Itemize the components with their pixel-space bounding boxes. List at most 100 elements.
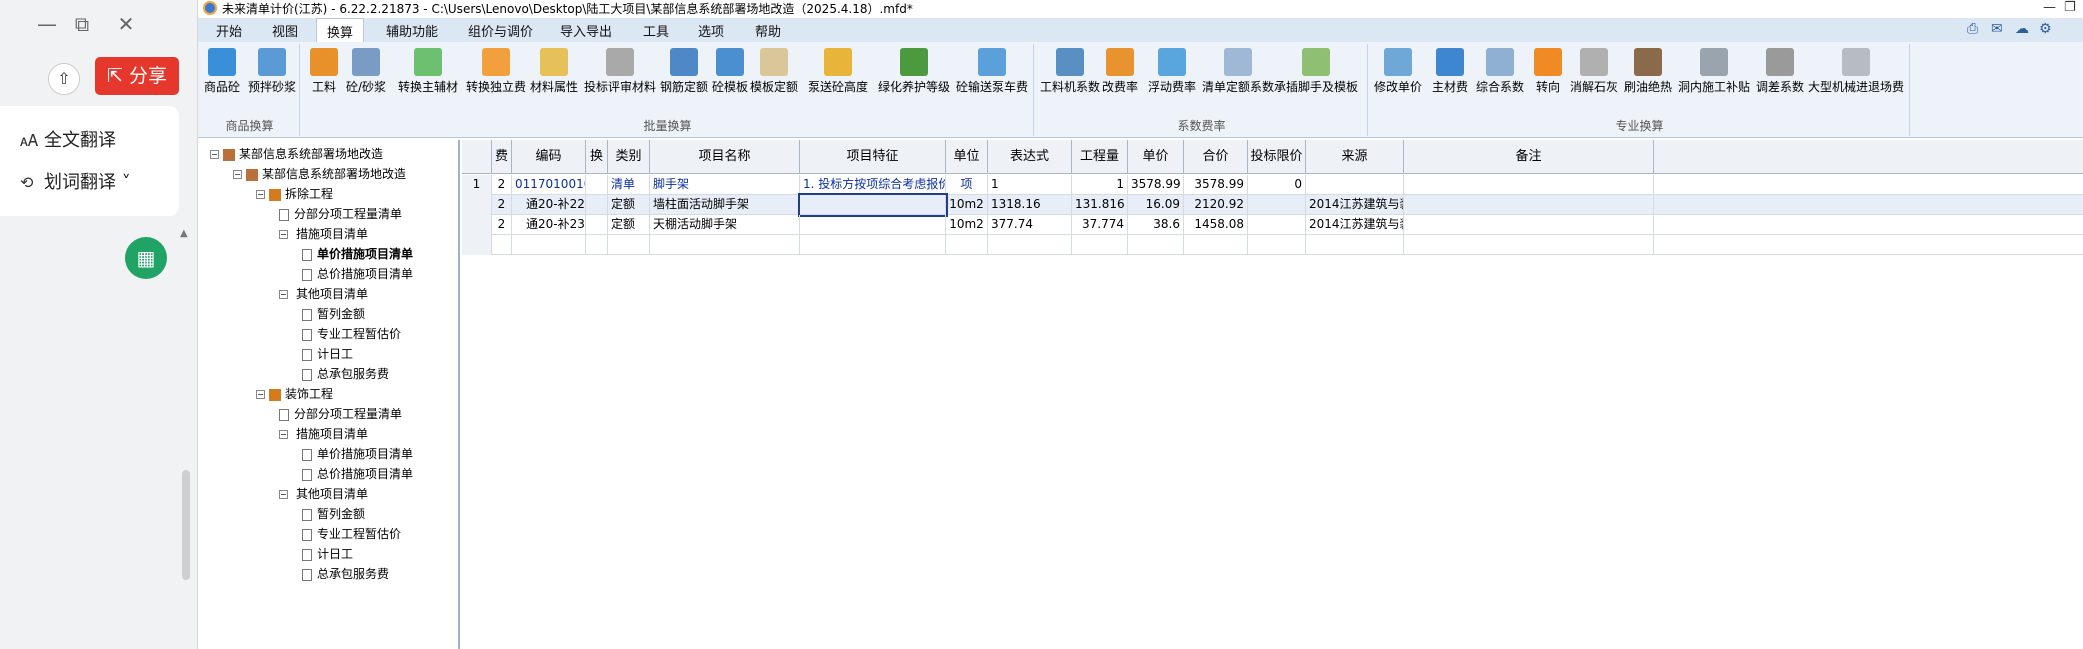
tree-node[interactable]: − 其他项目清单 <box>279 285 368 302</box>
word-translate-item[interactable]: ⟲ 划词翻译 ˅ <box>20 168 131 194</box>
code-cell[interactable]: 通20-补23 <box>512 215 586 235</box>
swap-cell[interactable] <box>586 195 608 215</box>
empty-cell[interactable] <box>650 235 800 255</box>
feature-cell[interactable] <box>798 193 948 217</box>
formwork-quota-button[interactable]: 模板定额 <box>750 48 798 95</box>
empty-cell[interactable] <box>1404 235 1654 255</box>
commodity-concrete-button[interactable]: 商品砼 <box>204 48 240 95</box>
source-cell[interactable]: 2014江苏建筑与装饰工程 <box>1306 215 1404 235</box>
total-cell[interactable]: 2120.92 <box>1184 195 1248 215</box>
settings-icon[interactable]: ⚙ <box>2039 21 2055 37</box>
print-icon[interactable]: ⎙ <box>1967 21 1983 37</box>
tree-node[interactable]: 计日工 <box>302 345 353 362</box>
minimize-icon[interactable]: — <box>2043 0 2056 15</box>
tree-node[interactable]: 总承包服务费 <box>302 365 389 382</box>
expression-cell[interactable]: 1318.16 <box>988 195 1072 215</box>
tab-tools[interactable]: 工具 <box>643 21 669 40</box>
bid-limit-cell[interactable] <box>1248 195 1306 215</box>
empty-cell[interactable] <box>512 235 586 255</box>
convert-independent-fee-button[interactable]: 转换独立费 <box>466 48 526 95</box>
empty-cell[interactable] <box>988 235 1072 255</box>
tunnel-subsidy-button[interactable]: 洞内施工补贴 <box>1678 48 1750 95</box>
premix-mortar-button[interactable]: 预拌砂浆 <box>248 48 296 95</box>
concrete-formwork-button[interactable]: 砼模板 <box>712 48 748 95</box>
scaffold-formwork-button[interactable]: 承插脚手及模板 <box>1274 48 1358 95</box>
code-cell[interactable]: 011701001001 <box>512 175 586 195</box>
source-cell[interactable] <box>1306 175 1404 195</box>
table-row[interactable]: 2 通20-补23 定额 天棚活动脚手架 10m2 377.74 37.774 38.6 145… <box>462 215 2083 235</box>
unit-cell[interactable]: 项 <box>946 175 988 195</box>
fee-cell[interactable]: 2 <box>492 195 512 215</box>
minimize-icon[interactable]: — <box>35 12 59 36</box>
tree-node[interactable]: − 其他项目清单 <box>279 485 368 502</box>
remark-cell[interactable] <box>1404 195 1654 215</box>
swap-cell[interactable] <box>586 175 608 195</box>
unit-price-cell[interactable]: 3578.99 <box>1128 175 1184 195</box>
tree-node[interactable]: − 某部信息系统部署场地改造 <box>233 165 406 182</box>
tree-node[interactable]: − 拆除工程 <box>256 185 333 202</box>
tab-start[interactable]: 开始 <box>216 21 242 40</box>
tree-node[interactable]: 暂列金额 <box>302 305 365 322</box>
change-rate-button[interactable]: 改费率 <box>1102 48 1138 95</box>
tab-help[interactable]: 帮助 <box>755 21 781 40</box>
tab-import-export[interactable]: 导入导出 <box>560 21 612 40</box>
tree-node[interactable]: − 装饰工程 <box>256 385 333 402</box>
empty-cell[interactable] <box>1072 235 1128 255</box>
rebar-quota-button[interactable]: 钢筋定额 <box>660 48 708 95</box>
float-rate-button[interactable]: 浮动费率 <box>1148 48 1196 95</box>
unit-price-cell[interactable]: 16.09 <box>1128 195 1184 215</box>
tree-node[interactable]: 计日工 <box>302 545 353 562</box>
empty-cell[interactable] <box>608 235 650 255</box>
empty-cell[interactable] <box>586 235 608 255</box>
column-header[interactable]: 费 <box>492 140 512 174</box>
empty-cell[interactable] <box>1128 235 1184 255</box>
column-header[interactable]: 表达式 <box>988 140 1072 174</box>
unit-price-cell[interactable]: 38.6 <box>1128 215 1184 235</box>
empty-cell[interactable] <box>462 235 492 255</box>
feature-cell[interactable]: 1. 投标方按项综合考虑报价 <box>800 175 946 195</box>
table-row[interactable]: 12011701001001清单脚手架1. 投标方按项综合考虑报价项113578… <box>462 175 2083 195</box>
empty-cell[interactable] <box>800 235 946 255</box>
remark-cell[interactable] <box>1404 175 1654 195</box>
bid-limit-cell[interactable]: 0 <box>1248 175 1306 195</box>
tree-node[interactable]: 总价措施项目清单 <box>302 265 413 282</box>
list-quota-coef-button[interactable]: 清单定额系数 <box>1202 48 1274 95</box>
remark-cell[interactable] <box>1404 215 1654 235</box>
collapse-icon[interactable]: − <box>279 230 288 239</box>
tree-node[interactable]: − 某部信息系统部署场地改造 <box>210 145 383 162</box>
column-header[interactable]: 投标限价 <box>1248 140 1306 174</box>
modify-price-button[interactable]: 修改单价 <box>1374 48 1422 95</box>
column-header[interactable]: 单价 <box>1128 140 1184 174</box>
column-header[interactable]: 类别 <box>608 140 650 174</box>
empty-cell[interactable] <box>1248 235 1306 255</box>
collapse-icon[interactable]: − <box>279 290 288 299</box>
upload-icon[interactable]: ⇧ <box>48 63 80 95</box>
close-icon[interactable]: ✕ <box>114 12 138 36</box>
column-header[interactable]: 备注 <box>1404 140 1654 174</box>
table-row[interactable]: 2 通20-补22 定额 墙柱面活动脚手架 10m2 1318.16 131.816 16.0… <box>462 193 2083 217</box>
unit-cell[interactable]: 10m2 <box>946 215 988 235</box>
code-cell[interactable]: 通20-补22 <box>512 195 586 215</box>
scroll-up-icon[interactable]: ▲ <box>180 228 188 239</box>
restore-icon[interactable]: ❐ <box>2064 0 2076 15</box>
fee-cell[interactable]: 2 <box>492 215 512 235</box>
tab-pricing[interactable]: 组价与调价 <box>468 21 533 40</box>
source-cell[interactable]: 2014江苏建筑与装饰工程 <box>1306 195 1404 215</box>
column-header[interactable] <box>462 140 492 174</box>
type-cell[interactable]: 定额 <box>608 215 650 235</box>
column-header[interactable]: 编码 <box>512 140 586 174</box>
name-cell[interactable]: 脚手架 <box>650 175 800 195</box>
turn-button[interactable]: 转向 <box>1534 48 1562 95</box>
tree-node[interactable]: − 措施项目清单 <box>279 425 368 442</box>
tree-node[interactable]: 单价措施项目清单 <box>302 445 413 462</box>
slaked-lime-button[interactable]: 消解石灰 <box>1570 48 1618 95</box>
quantity-cell[interactable]: 131.816 <box>1072 195 1128 215</box>
excel-icon[interactable]: ▦ <box>125 237 167 279</box>
tree-node[interactable]: 总价措施项目清单 <box>302 465 413 482</box>
side-scrollbar[interactable] <box>182 470 190 580</box>
expression-cell[interactable]: 377.74 <box>988 215 1072 235</box>
pump-truck-fee-button[interactable]: 砼输送泵车费 <box>956 48 1028 95</box>
name-cell[interactable]: 墙柱面活动脚手架 <box>650 195 800 215</box>
type-cell[interactable]: 清单 <box>608 175 650 195</box>
empty-cell[interactable] <box>1306 235 1404 255</box>
